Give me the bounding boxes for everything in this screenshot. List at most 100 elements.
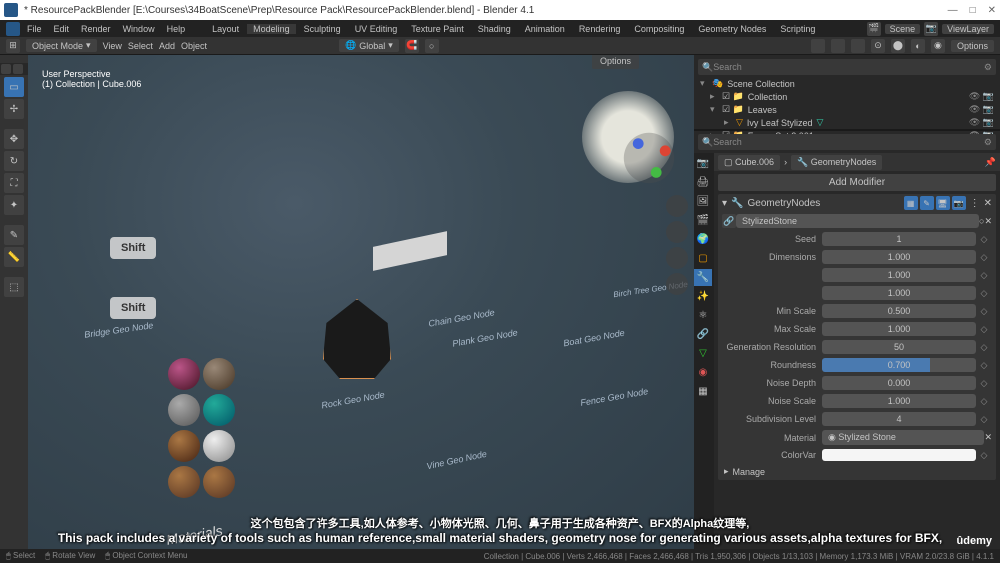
persp-toggle-icon[interactable]: [666, 273, 688, 295]
modifier-name[interactable]: GeometryNodes: [747, 198, 899, 209]
prop-tab-particles[interactable]: ✨: [694, 288, 712, 305]
tool-transform[interactable]: ✦: [4, 195, 24, 215]
menu-help[interactable]: Help: [162, 24, 191, 34]
snap-icon[interactable]: 🧲: [405, 39, 419, 53]
matprev-shading-icon[interactable]: ◐: [911, 39, 925, 53]
param-value-6[interactable]: 50: [822, 340, 976, 354]
param-link-1[interactable]: ◇: [976, 252, 992, 263]
outliner-ivy[interactable]: ▸▽ Ivy Leaf Stylized ▽👁 📷: [696, 116, 998, 129]
proportional-icon[interactable]: ○: [425, 39, 439, 53]
orientation-dropdown[interactable]: 🌐 Global ▾: [339, 39, 399, 52]
viewport-3d[interactable]: User Perspective (1) Collection | Cube.0…: [28, 55, 694, 549]
modifier-collapse-icon[interactable]: ▾: [722, 198, 727, 209]
tool-cursor[interactable]: ✢: [4, 99, 24, 119]
plank-mesh[interactable]: [373, 231, 447, 271]
header-view[interactable]: View: [103, 41, 122, 51]
header-select[interactable]: Select: [128, 41, 153, 51]
maximize-button[interactable]: □: [970, 5, 976, 16]
material-clear-icon[interactable]: ✕: [984, 432, 992, 443]
prop-tab-scene[interactable]: 🎬: [694, 212, 712, 229]
param-value-10[interactable]: 4: [822, 412, 976, 426]
param-value-1[interactable]: 1.000: [822, 250, 976, 264]
param-value-2[interactable]: 1.000: [822, 268, 976, 282]
rock-mesh[interactable]: [323, 299, 391, 379]
pan-icon[interactable]: [666, 221, 688, 243]
scene-icon[interactable]: 🎬: [867, 22, 881, 36]
prop-tab-modifier[interactable]: 🔧: [694, 269, 712, 286]
tool-addcube[interactable]: ⬚: [4, 277, 24, 297]
tab-geonodes[interactable]: Geometry Nodes: [692, 24, 772, 34]
param-link-5[interactable]: ◇: [976, 324, 992, 335]
header-object[interactable]: Object: [181, 41, 207, 51]
scene-dropdown[interactable]: Scene: [885, 24, 921, 34]
nodegroup-icon[interactable]: 🔗: [722, 214, 736, 228]
viewlayer-icon[interactable]: 📷: [924, 22, 938, 36]
mod-cage-icon[interactable]: ▦: [904, 196, 918, 210]
prop-tab-world[interactable]: 🌍: [694, 231, 712, 248]
xray-icon[interactable]: [851, 39, 865, 53]
close-button[interactable]: ✕: [988, 5, 996, 16]
tool-rotate[interactable]: ↻: [4, 151, 24, 171]
breadcrumb-obj[interactable]: ▢ Cube.006: [718, 155, 780, 170]
tab-shading[interactable]: Shading: [472, 24, 517, 34]
param-value-8[interactable]: 0.000: [822, 376, 976, 390]
prop-tab-texture[interactable]: ▦: [694, 383, 712, 400]
prop-tab-material[interactable]: ◉: [694, 364, 712, 381]
param-value-9[interactable]: 1.000: [822, 394, 976, 408]
mod-close-icon[interactable]: ✕: [984, 198, 992, 209]
tool-move[interactable]: ✥: [4, 129, 24, 149]
prop-tab-render[interactable]: 📷: [694, 155, 712, 172]
gizmo-toggle-icon[interactable]: [811, 39, 825, 53]
prop-tab-constraints[interactable]: 🔗: [694, 326, 712, 343]
blender-logo[interactable]: [6, 22, 20, 36]
mod-realtime-icon[interactable]: 🖥: [936, 196, 950, 210]
options-dropdown[interactable]: Options: [951, 40, 994, 52]
zoom-icon[interactable]: [666, 195, 688, 217]
pin-icon[interactable]: 📌: [985, 157, 996, 168]
nav-gizmo[interactable]: [622, 131, 676, 185]
prop-tab-view[interactable]: 🖼: [694, 193, 712, 210]
mod-edit-icon[interactable]: ✎: [920, 196, 934, 210]
wire-shading-icon[interactable]: ⊙: [871, 39, 885, 53]
param-link-10[interactable]: ◇: [976, 414, 992, 425]
pivot-icon[interactable]: [13, 64, 23, 74]
tab-layout[interactable]: Layout: [206, 24, 245, 34]
outliner-leaves[interactable]: ▾☑ 📁 Leaves👁 📷: [696, 103, 998, 116]
material-field[interactable]: ◉ Stylized Stone: [822, 430, 984, 445]
tab-scripting[interactable]: Scripting: [774, 24, 821, 34]
param-link-7[interactable]: ◇: [976, 360, 992, 371]
editor-type-icon[interactable]: ⊞: [6, 39, 20, 53]
filter-icon[interactable]: ⚙: [984, 62, 992, 73]
mod-render-icon[interactable]: 📷: [952, 196, 966, 210]
camera-icon[interactable]: [666, 247, 688, 269]
outliner-scene[interactable]: ▾🎭 Scene Collection: [696, 77, 998, 90]
tool-scale[interactable]: ⛶: [4, 173, 24, 193]
breadcrumb-mod[interactable]: 🔧 GeometryNodes: [791, 155, 882, 170]
menu-window[interactable]: Window: [118, 24, 160, 34]
param-link-9[interactable]: ◇: [976, 396, 992, 407]
tool-select-box[interactable]: ▭: [4, 77, 24, 97]
param-link-8[interactable]: ◇: [976, 378, 992, 389]
prop-options-icon[interactable]: ⚙: [984, 137, 992, 148]
param-link-6[interactable]: ◇: [976, 342, 992, 353]
param-value-5[interactable]: 1.000: [822, 322, 976, 336]
tool-measure[interactable]: 📏: [4, 247, 24, 267]
nodegroup-unlink-icon[interactable]: ○✕: [979, 216, 992, 227]
param-link-0[interactable]: ◇: [976, 234, 992, 245]
tab-modeling[interactable]: Modeling: [247, 24, 296, 34]
param-value-7[interactable]: 0.700: [822, 358, 976, 372]
prop-tab-output[interactable]: 🖨: [694, 174, 712, 191]
mode-dropdown[interactable]: Object Mode ▾: [26, 39, 97, 52]
menu-edit[interactable]: Edit: [49, 24, 75, 34]
minimize-button[interactable]: —: [948, 5, 958, 16]
options-btn[interactable]: Options: [592, 55, 639, 69]
colorvar-field[interactable]: [822, 449, 976, 461]
material-spheres[interactable]: [168, 358, 235, 498]
tab-rendering[interactable]: Rendering: [573, 24, 627, 34]
menu-render[interactable]: Render: [76, 24, 116, 34]
render-shading-icon[interactable]: ◉: [931, 39, 945, 53]
prop-tab-object[interactable]: ▢: [694, 250, 712, 267]
tab-animation[interactable]: Animation: [519, 24, 571, 34]
tab-sculpting[interactable]: Sculpting: [298, 24, 347, 34]
tab-compositing[interactable]: Compositing: [628, 24, 690, 34]
